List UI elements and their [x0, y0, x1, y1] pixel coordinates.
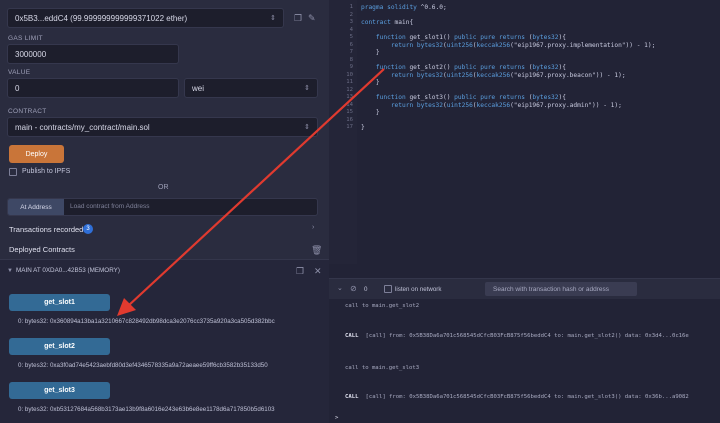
code-line: function get_slot2() public pure returns… [375, 64, 566, 71]
line-number: 6 [349, 41, 353, 48]
line-number: 2 [349, 11, 353, 18]
terminal-tx-row[interactable]: CALL [call] from: 0x5B38Da6a701c568545dCf… [345, 394, 689, 400]
code-line: pragma solidity ^0.6.0; [361, 4, 447, 11]
value-input[interactable]: 0 [7, 78, 179, 98]
line-number: 1 [349, 4, 353, 10]
line-number: 12 [346, 86, 353, 93]
value-label: VALUE [8, 69, 31, 76]
terminal-panel: ⌄ ⊘ 0 listen on network Search with tran… [329, 278, 720, 423]
line-number: 17 [346, 124, 353, 130]
chevron-right-icon[interactable]: › [312, 224, 314, 231]
get-slot1-output: 0: bytes32: 0x360894a13ba1a3210667c82849… [18, 318, 275, 325]
account-select[interactable]: 0x5B3...eddC4 (99.999999999999371022 eth… [7, 8, 284, 28]
copy-icon[interactable]: ❐ [294, 13, 302, 24]
line-number: 7 [349, 49, 353, 55]
line-number: 3 [349, 19, 353, 25]
close-icon[interactable]: ✕ [314, 266, 322, 277]
trash-icon[interactable]: 🗑 [311, 245, 322, 256]
call-detail: [call] from: 0x5B38Da6a701c568545dCfcB03… [365, 394, 689, 400]
value-unit: wei [192, 83, 205, 93]
deploy-run-panel: 0x5B3...eddC4 (99.999999999999371022 eth… [0, 0, 329, 423]
terminal-toolbar: ⌄ ⊘ 0 listen on network Search with tran… [329, 279, 720, 299]
listen-network-checkbox[interactable] [384, 285, 392, 293]
code-line: } [361, 109, 380, 116]
call-tag: CALL [345, 333, 359, 339]
line-number: 14 [346, 101, 353, 108]
code-line: function get_slot3() public pure returns… [375, 94, 566, 101]
contract-select[interactable]: main - contracts/my_contract/main.sol ⇕ [7, 117, 318, 137]
instance-title[interactable]: MAIN AT 0XDA0...42B53 (MEMORY) [16, 267, 120, 274]
code-line: } [361, 49, 380, 56]
load-contract-address-input[interactable]: Load contract from Address [70, 203, 150, 210]
value-amount: 0 [15, 83, 20, 93]
get-slot2-button[interactable]: get_slot2 [9, 338, 110, 355]
chevron-updown-icon: ⇕ [270, 15, 276, 22]
code-line: return bytes32(uint256(keccak256("eip196… [390, 101, 622, 109]
transactions-recorded-label[interactable]: Transactions recorded [9, 225, 83, 234]
terminal-call-line: call to main.get_slot2 [345, 303, 420, 309]
terminal-prompt[interactable]: > [335, 415, 338, 421]
get-slot2-output: 0: bytes32: 0xa3f0ad74e5423aebfd80d3ef43… [18, 362, 268, 369]
pending-count: 0 [364, 286, 368, 293]
get-slot3-button[interactable]: get_slot3 [9, 382, 110, 399]
transaction-search-input[interactable]: Search with transaction hash or address [485, 282, 637, 296]
code-line: return bytes32(uint256(keccak256("eip196… [390, 41, 656, 49]
copy-icon[interactable]: ❐ [296, 266, 304, 277]
or-divider: OR [158, 184, 169, 191]
account-value: 0x5B3...eddC4 (99.999999999999371022 eth… [15, 13, 188, 23]
code-editor[interactable]: 1 pragma solidity ^0.6.0; 2 3 contract main{… [329, 0, 720, 264]
terminal-call-line: call to main.get_slot3 [345, 365, 420, 371]
call-tag: CALL [345, 394, 359, 400]
deployed-contracts-label: Deployed Contracts [9, 245, 75, 254]
line-number: 5 [349, 34, 353, 40]
get-slot3-output: 0: bytes32: 0xb53127684a568b3173ae13b9f8… [18, 406, 275, 413]
at-address-button[interactable]: At Address [8, 199, 64, 215]
listen-network-label: listen on network [395, 286, 442, 293]
code-line: contract main{ [361, 19, 414, 26]
caret-down-icon[interactable]: ▼ [7, 268, 13, 274]
line-number: 16 [346, 116, 353, 123]
contract-label: CONTRACT [8, 108, 47, 115]
line-number: 10 [346, 71, 353, 78]
chevron-updown-icon: ⇕ [304, 85, 310, 92]
code-line: return bytes32(uint256(keccak256("eip196… [390, 71, 626, 79]
clear-icon[interactable]: ⊘ [350, 284, 357, 293]
gas-limit-label: GAS LIMIT [8, 35, 43, 42]
chevron-updown-icon: ⇕ [304, 124, 310, 131]
publish-ipfs-label: Publish to IPFS [22, 168, 71, 175]
transactions-count-badge: 3 [83, 224, 93, 234]
line-number: 4 [349, 26, 353, 33]
line-number: 11 [346, 79, 353, 85]
edit-icon[interactable]: ✎ [308, 13, 316, 24]
line-number: 8 [349, 56, 353, 63]
terminal-tx-row[interactable]: CALL [call] from: 0x5B38Da6a701c568545dCf… [345, 333, 689, 339]
value-unit-select[interactable]: wei ⇕ [184, 78, 318, 98]
code-line: } [361, 124, 365, 131]
deployed-instance-panel: ▼ MAIN AT 0XDA0...42B53 (MEMORY) ❐ ✕ get… [0, 259, 329, 423]
at-address-group: At Address Load contract from Address [7, 198, 318, 216]
line-number: 15 [346, 109, 353, 115]
line-number: 9 [349, 64, 353, 70]
publish-ipfs-checkbox[interactable] [9, 168, 17, 176]
code-line: function get_slot1() public pure returns… [375, 34, 566, 41]
call-detail: [call] from: 0x5B38Da6a701c568545dCfcB03… [365, 333, 689, 339]
gas-limit-value: 3000000 [15, 49, 47, 59]
get-slot1-button[interactable]: get_slot1 [9, 294, 110, 311]
chevron-down-icon[interactable]: ⌄ [337, 284, 343, 292]
remix-ide-window: 0x5B3...eddC4 (99.999999999999371022 eth… [0, 0, 720, 423]
deploy-button[interactable]: Deploy [9, 145, 64, 163]
gas-limit-input[interactable]: 3000000 [7, 44, 179, 64]
contract-value: main - contracts/my_contract/main.sol [15, 122, 150, 132]
line-number: 13 [346, 94, 353, 100]
code-line: } [361, 79, 380, 86]
